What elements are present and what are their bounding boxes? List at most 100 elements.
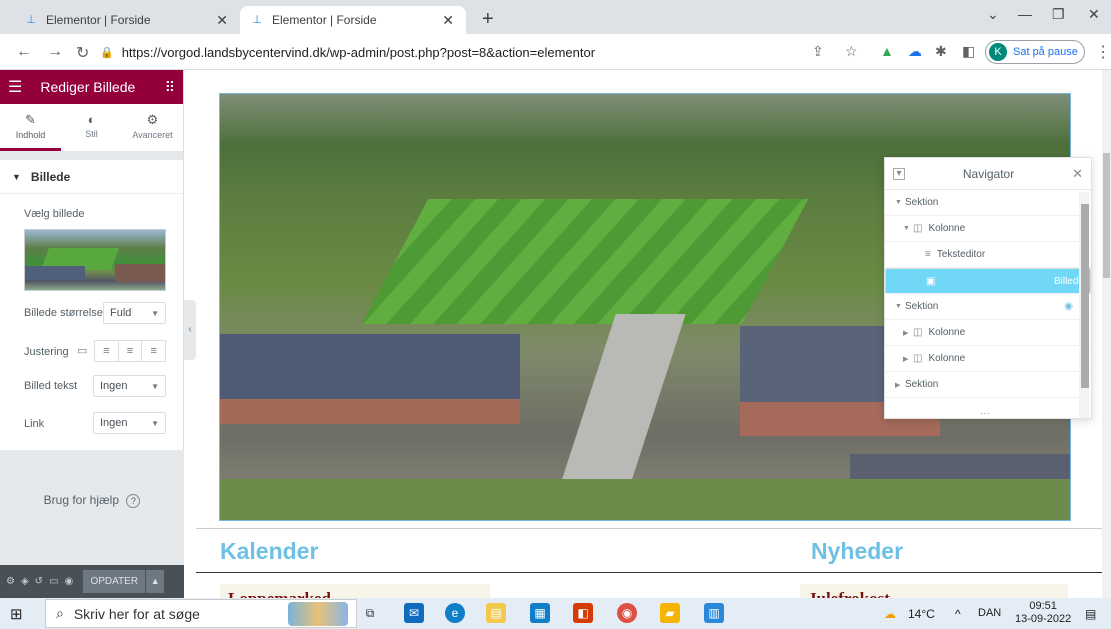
windows-start-icon[interactable]: ⊞ [10,605,23,623]
panel-collapse-toggle[interactable]: ‹ [184,300,196,360]
news-card-title[interactable]: Julefrokost [800,584,1068,598]
navigator-item-column[interactable]: ▶ ◫ Kolonne [885,346,1091,372]
tab-title: Elementor | Forside [272,13,377,27]
close-window-button[interactable]: ✕ [1088,6,1100,23]
clock-date: 13-09-2022 [1015,613,1072,625]
close-tab-icon[interactable]: ✕ [442,12,454,29]
navigator-item-image[interactable]: ▣ Billede [885,268,1091,294]
dropdown-arrow-icon: ▼ [151,308,159,318]
eye-icon[interactable]: ◉ [1064,301,1073,312]
panel-tabs: ✎ Indhold ◐ Stil ⚙ Avanceret [0,104,183,152]
profile-button[interactable]: K Sat på pause [985,40,1085,64]
caption-select[interactable]: Ingen ▼ [93,375,166,397]
elementor-favicon-icon: ⊥ [26,14,36,26]
navigator-item-column[interactable]: ▼ ◫ Kolonne [885,216,1091,242]
edge-icon[interactable]: e [445,603,465,623]
language-indicator[interactable]: DAN [978,607,1001,619]
divider [196,572,1102,573]
browser-menu-icon[interactable]: ⋮ [1095,42,1111,62]
image-thumbnail[interactable] [24,229,166,291]
browser-tab[interactable]: ⊥ Elementor | Forside ✕ [14,6,240,34]
new-tab-button[interactable]: + [482,8,494,31]
bookmark-star-icon[interactable]: ☆ [845,43,858,60]
navigator-item-section[interactable]: ▼ Sektion ◉ [885,294,1091,320]
image-size-select[interactable]: Fuld ▼ [103,302,166,324]
back-icon[interactable]: ← [16,43,32,61]
document-app-icon[interactable]: ▥ [704,603,724,623]
tab-title: Elementor | Forside [46,13,151,27]
navigator-icon[interactable]: ◈ [21,576,29,587]
text-editor-icon: ≡ [925,249,931,260]
collapse-all-icon[interactable]: ▾ [893,167,905,180]
tab-label: Stil [85,129,98,139]
task-view-icon[interactable]: ⧉ [360,603,380,623]
divider [196,528,1102,529]
align-center-icon[interactable]: ≡ [119,341,143,361]
item-label: Kolonne [928,223,966,234]
widgets-grid-icon[interactable]: ⠿ [165,79,175,96]
url-field[interactable]: 🔒 https://vorgod.landsbycentervind.dk/wp… [100,39,800,65]
calendar-app-icon[interactable]: ▦ [530,603,550,623]
restore-button[interactable]: ❐ [1052,6,1065,23]
resize-handle-icon[interactable]: ··· [980,408,990,418]
close-tab-icon[interactable]: ✕ [216,12,228,29]
share-icon[interactable]: ⇪ [812,43,824,60]
align-left-icon[interactable]: ≡ [95,341,119,361]
item-label: Sektion [905,379,939,390]
preview-eye-icon[interactable]: ◉ [65,576,74,587]
navigator-scrollbar[interactable] [1079,192,1089,418]
browser-tab-active[interactable]: ⊥ Elementor | Forside ✕ [240,6,466,34]
navigator-item-column[interactable]: ▶ ◫ Kolonne [885,320,1091,346]
notifications-icon[interactable]: ▤ [1085,607,1096,621]
office-icon[interactable]: ◧ [573,603,593,623]
file-explorer-icon[interactable]: ▤ [486,603,506,623]
extensions-puzzle-icon[interactable]: ✱ [935,43,947,60]
tab-search-icon[interactable]: ⌄ [987,6,999,23]
item-label: Teksteditor [936,249,986,260]
link-value: Ingen [100,417,128,429]
calendar-card-title[interactable]: Loppemarked [220,584,490,598]
taskbar-search[interactable]: ⌕ Skriv her for at søge [45,599,357,628]
side-panel-icon[interactable]: ◧ [962,43,975,60]
save-options-caret-icon[interactable]: ▲ [146,570,165,593]
cloud-extension-icon[interactable]: ☁ [908,43,922,60]
close-icon[interactable]: ✕ [1072,166,1083,182]
tab-content[interactable]: ✎ Indhold [0,104,61,151]
reload-icon[interactable]: ↻ [76,43,89,63]
lock-icon[interactable]: 🔒 [100,46,114,59]
update-button[interactable]: OPDATER [83,570,146,593]
responsive-icon[interactable]: ▭ [49,576,58,587]
panel-title: Rediger Billede [40,79,136,95]
url-text[interactable]: https://vorgod.landsbycentervind.dk/wp-a… [122,45,595,60]
tray-chevron-icon[interactable]: ^ [955,607,961,621]
desktop-icon[interactable]: ▭ [77,344,87,357]
help-text: Brug for hjælp [43,493,120,507]
image-icon: ▣ [926,275,936,287]
forward-icon[interactable]: → [47,43,63,61]
column-icon: ◫ [913,223,923,234]
link-label: Link [24,418,45,430]
history-icon[interactable]: ↺ [35,576,43,587]
caret-down-icon: ▼ [895,199,902,206]
help-link[interactable]: Brug for hjælp ? [0,493,184,508]
navigator-item-section[interactable]: ▶ Sektion [885,372,1091,398]
navigator-item-section[interactable]: ▼ Sektion [885,190,1091,216]
settings-icon[interactable]: ⚙ [6,576,15,587]
tab-advanced[interactable]: ⚙ Avanceret [122,104,183,151]
hamburger-menu-icon[interactable]: ☰ [8,77,22,97]
minimize-button[interactable]: — [1018,6,1032,22]
item-label: Kolonne [928,327,966,338]
page-scrollbar[interactable] [1102,70,1111,598]
navigator-item-text-editor[interactable]: ≡ Teksteditor [885,242,1091,268]
link-select[interactable]: Ingen ▼ [93,412,166,434]
temperature[interactable]: 14°C [908,607,935,621]
mail-icon[interactable]: ✉ [404,603,424,623]
tab-style[interactable]: ◐ Stil [61,104,122,151]
align-right-icon[interactable]: ≡ [142,341,165,361]
clock[interactable]: 09:51 13-09-2022 [1015,600,1071,626]
chrome-icon[interactable]: ◉ [617,603,637,623]
drive-extension-icon[interactable]: ▲ [880,43,894,59]
weather-icon[interactable]: ☁ [884,607,896,621]
section-toggle-image[interactable]: ▼ Billede [0,160,183,194]
sticky-app-icon[interactable]: ▰ [660,603,680,623]
